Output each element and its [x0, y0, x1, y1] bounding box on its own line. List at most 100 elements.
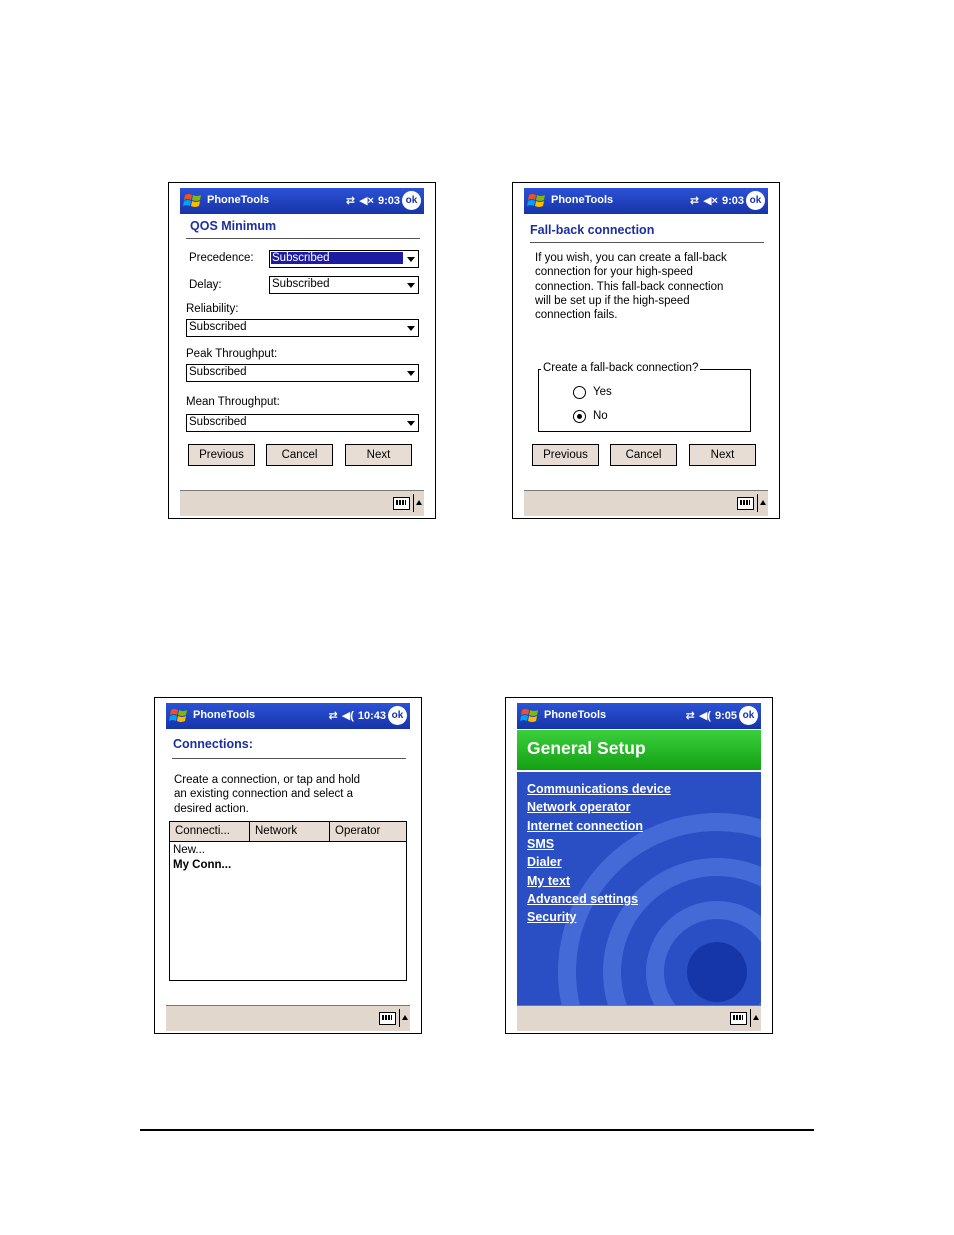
description-line: Create a connection, or tap and hold: [174, 774, 361, 786]
app-title: PhoneTools: [551, 194, 614, 206]
link-my-text[interactable]: My text: [527, 874, 570, 888]
cancel-button[interactable]: Cancel: [266, 444, 333, 466]
up-arrow-icon[interactable]: [402, 1015, 408, 1020]
ok-button[interactable]: ok: [402, 191, 421, 210]
link-dialer[interactable]: Dialer: [527, 855, 562, 869]
divider: [413, 494, 414, 512]
title-bar: PhoneTools ⇄ ◀( 10:43 ok: [166, 703, 410, 729]
precedence-dropdown[interactable]: Subscribed: [269, 250, 419, 268]
list-item-my-conn[interactable]: My Conn...: [173, 859, 231, 871]
description-line: an existing connection and select a: [174, 788, 354, 801]
system-tray[interactable]: ⇄ ◀( 9:05: [686, 709, 737, 723]
divider: [757, 494, 758, 512]
title-bar: PhoneTools ⇄ ◀× 9:03 ok: [524, 188, 768, 214]
keyboard-icon[interactable]: [393, 497, 410, 510]
list-item-new[interactable]: New...: [173, 844, 205, 856]
clock[interactable]: 9:03: [722, 195, 744, 207]
mean-throughput-value: Subscribed: [189, 416, 247, 428]
group-label: Create a fall-back connection?: [541, 362, 701, 374]
keyboard-icon[interactable]: [730, 1012, 747, 1025]
page-title: Fall-back connection: [530, 223, 655, 237]
speaker-muted-icon[interactable]: ◀(: [342, 709, 354, 722]
column-header-connection[interactable]: Connecti...: [170, 822, 250, 842]
description-line: connection. This fall-back connection: [535, 280, 724, 293]
qos-screen: PhoneTools ⇄ ◀× 9:03 ok QOS Minimum Prec…: [180, 188, 424, 516]
chevron-down-icon: [407, 257, 415, 262]
ok-button[interactable]: ok: [388, 706, 407, 725]
page-title: QOS Minimum: [190, 219, 277, 233]
description-line: connection fails.: [535, 309, 618, 322]
next-button[interactable]: Next: [689, 444, 756, 466]
cancel-button[interactable]: Cancel: [610, 444, 677, 466]
connectivity-icon[interactable]: ⇄: [329, 709, 338, 722]
connectivity-icon[interactable]: ⇄: [686, 709, 695, 722]
background-image: Communications device Network operator I…: [517, 772, 761, 1005]
column-header-operator[interactable]: Operator: [330, 822, 406, 842]
connections-screenshot: PhoneTools ⇄ ◀( 10:43 ok Connections: Cr…: [154, 697, 422, 1034]
system-tray[interactable]: ⇄ ◀× 9:03: [346, 194, 400, 208]
link-network-operator[interactable]: Network operator: [527, 800, 631, 814]
delay-value: Subscribed: [272, 278, 330, 290]
link-sms[interactable]: SMS: [527, 837, 554, 851]
ok-button[interactable]: ok: [746, 191, 765, 210]
link-security[interactable]: Security: [527, 910, 576, 924]
title-bar: PhoneTools ⇄ ◀( 9:05 ok: [517, 703, 761, 729]
speaker-muted-icon[interactable]: ◀(: [699, 709, 711, 722]
divider: [530, 242, 764, 243]
windows-flag-icon[interactable]: [183, 191, 204, 211]
next-button[interactable]: Next: [345, 444, 412, 466]
connections-screen: PhoneTools ⇄ ◀( 10:43 ok Connections: Cr…: [166, 703, 410, 1031]
clock[interactable]: 9:05: [715, 710, 737, 722]
clock[interactable]: 10:43: [358, 710, 386, 722]
connections-list[interactable]: Connecti... Network Operator New... My C…: [169, 821, 407, 981]
ok-button[interactable]: ok: [739, 706, 758, 725]
chevron-down-icon: [407, 421, 415, 426]
qos-minimum-screenshot: PhoneTools ⇄ ◀× 9:03 ok QOS Minimum Prec…: [168, 182, 436, 519]
yes-radio[interactable]: [573, 386, 586, 399]
menu-bar: [517, 1005, 761, 1031]
previous-button[interactable]: Previous: [532, 444, 599, 466]
general-setup-screenshot: PhoneTools ⇄ ◀( 9:05 ok General Setup Co…: [505, 697, 773, 1034]
delay-dropdown[interactable]: Subscribed: [269, 276, 419, 294]
fallback-connection-screenshot: PhoneTools ⇄ ◀× 9:03 ok Fall-back connec…: [512, 182, 780, 519]
reliability-label: Reliability:: [186, 303, 239, 315]
reliability-value: Subscribed: [189, 321, 247, 333]
system-tray[interactable]: ⇄ ◀( 10:43: [329, 709, 386, 723]
precedence-value: Subscribed: [271, 252, 403, 264]
peak-throughput-dropdown[interactable]: Subscribed: [186, 364, 419, 382]
previous-button[interactable]: Previous: [188, 444, 255, 466]
connectivity-icon[interactable]: ⇄: [690, 194, 699, 207]
up-arrow-icon[interactable]: [416, 500, 422, 505]
peak-throughput-label: Peak Throughput:: [186, 348, 278, 360]
mean-throughput-dropdown[interactable]: Subscribed: [186, 414, 419, 432]
up-arrow-icon[interactable]: [760, 500, 766, 505]
system-tray[interactable]: ⇄ ◀× 9:03: [690, 194, 744, 208]
description: If you wish, you can create a fall-back …: [535, 251, 727, 322]
reliability-dropdown[interactable]: Subscribed: [186, 319, 419, 337]
link-advanced-settings[interactable]: Advanced settings: [527, 892, 638, 906]
fallback-screen: PhoneTools ⇄ ◀× 9:03 ok Fall-back connec…: [524, 188, 768, 516]
divider: [750, 1009, 751, 1027]
yes-label[interactable]: Yes: [593, 386, 612, 398]
windows-flag-icon[interactable]: [520, 706, 541, 726]
windows-flag-icon[interactable]: [527, 191, 548, 211]
keyboard-icon[interactable]: [737, 497, 754, 510]
app-title: PhoneTools: [207, 194, 270, 206]
general-setup-screen: PhoneTools ⇄ ◀( 9:05 ok General Setup Co…: [517, 703, 761, 1031]
speaker-muted-icon[interactable]: ◀×: [703, 194, 718, 207]
column-header-network[interactable]: Network: [250, 822, 330, 842]
clock[interactable]: 9:03: [378, 195, 400, 207]
windows-flag-icon[interactable]: [169, 706, 190, 726]
link-internet-connection[interactable]: Internet connection: [527, 819, 643, 833]
keyboard-icon[interactable]: [379, 1012, 396, 1025]
page-divider: [140, 1129, 814, 1131]
link-communications-device[interactable]: Communications device: [527, 782, 671, 796]
speaker-muted-icon[interactable]: ◀×: [359, 194, 374, 207]
description-line: will be set up if the high-speed: [535, 294, 690, 307]
no-label[interactable]: No: [593, 410, 608, 422]
up-arrow-icon[interactable]: [753, 1015, 759, 1020]
connectivity-icon[interactable]: ⇄: [346, 194, 355, 207]
page-title: General Setup: [527, 738, 646, 758]
divider: [172, 758, 406, 759]
no-radio[interactable]: [573, 410, 586, 423]
